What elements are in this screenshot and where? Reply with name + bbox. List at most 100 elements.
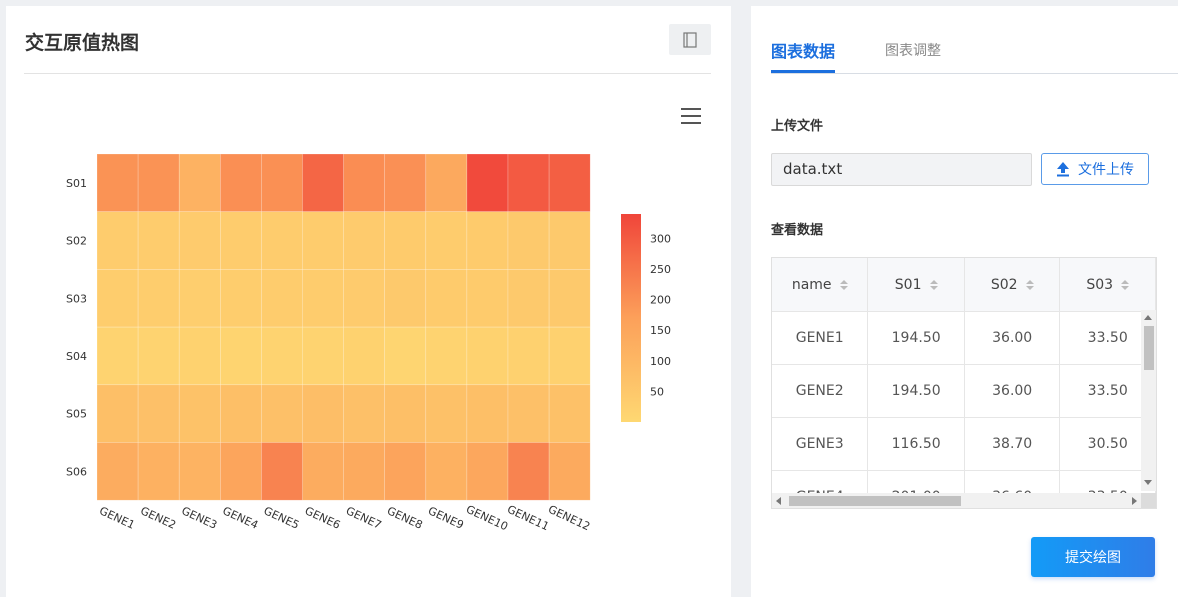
sort-icon[interactable] (839, 279, 848, 290)
sort-icon[interactable] (1121, 279, 1130, 290)
scroll-left-icon[interactable] (776, 497, 781, 505)
heatmap-cell[interactable] (96, 442, 139, 501)
row-label: S02 (66, 235, 87, 248)
file-name-field[interactable]: data.txt (771, 153, 1032, 186)
heatmap-cell[interactable] (261, 269, 303, 328)
heatmap-cell[interactable] (302, 211, 344, 270)
heatmap-cell[interactable] (466, 326, 509, 386)
heatmap-cell[interactable] (343, 384, 386, 443)
heatmap-cell[interactable] (466, 153, 509, 213)
heatmap-cell[interactable] (548, 384, 591, 443)
heatmap-cell[interactable] (261, 384, 303, 443)
heatmap-cell[interactable] (548, 326, 591, 386)
heatmap-cell[interactable] (261, 153, 303, 213)
heatmap-chart[interactable]: S01S02S03S04S05S06GENE1 GENE2 GENE3 GENE4 GE… (6, 6, 731, 597)
upload-file-button[interactable]: 文件上传 (1041, 153, 1149, 185)
heatmap-cell[interactable] (466, 269, 509, 328)
heatmap-cell[interactable] (137, 153, 180, 213)
heatmap-cell[interactable] (137, 326, 180, 386)
heatmap-cell[interactable] (343, 326, 386, 386)
heatmap-cell[interactable] (178, 442, 221, 501)
heatmap-cell[interactable] (507, 153, 550, 213)
heatmap-cell[interactable] (466, 384, 509, 443)
heatmap-cell[interactable] (137, 442, 180, 501)
heatmap-cell[interactable] (220, 211, 262, 270)
heatmap-cell[interactable] (384, 384, 427, 443)
heatmap-cell[interactable] (548, 153, 591, 213)
heatmap-cell[interactable] (96, 269, 139, 328)
heatmap-cell[interactable] (178, 326, 221, 386)
vertical-scrollbar[interactable] (1141, 310, 1156, 491)
heatmap-cell[interactable] (96, 384, 139, 443)
sort-icon[interactable] (1025, 279, 1034, 290)
horizontal-scroll-thumb[interactable] (789, 496, 961, 506)
data-table[interactable]: name S01 S02 S03 GENE1 194.50 36.00 33.5… (771, 257, 1157, 509)
scroll-up-icon[interactable] (1144, 315, 1152, 320)
heatmap-cell[interactable] (261, 211, 303, 270)
vertical-scroll-thumb[interactable] (1144, 326, 1154, 370)
heatmap-cell[interactable] (507, 326, 550, 386)
scroll-right-icon[interactable] (1132, 497, 1137, 505)
heatmap-cell[interactable] (425, 153, 468, 213)
heatmap-cell[interactable] (425, 269, 468, 328)
heatmap-cell[interactable] (425, 442, 468, 501)
horizontal-scrollbar[interactable] (772, 493, 1141, 508)
heatmap-cell[interactable] (178, 211, 221, 270)
heatmap-cell[interactable] (425, 211, 468, 270)
heatmap-cell[interactable] (425, 384, 468, 443)
heatmap-cell[interactable] (178, 153, 221, 213)
heatmap-cell[interactable] (384, 211, 427, 270)
heatmap-cell[interactable] (343, 153, 386, 213)
heatmap-cell[interactable] (384, 269, 427, 328)
heatmap-cell[interactable] (302, 269, 344, 328)
upload-arrow-icon (1057, 162, 1069, 177)
heatmap-cell[interactable] (548, 442, 591, 501)
heatmap-cell[interactable] (302, 326, 344, 386)
heatmap-cell[interactable] (548, 211, 591, 270)
column-header-name[interactable]: name (772, 258, 869, 312)
column-label: GENE7 (344, 504, 384, 532)
heatmap-cell[interactable] (220, 326, 262, 386)
heatmap-cell[interactable] (507, 384, 550, 443)
heatmap-cell[interactable] (96, 211, 139, 270)
sort-icon[interactable] (929, 279, 938, 290)
column-header-s01[interactable]: S01 (867, 258, 965, 312)
heatmap-cell[interactable] (384, 442, 427, 501)
heatmap-cell[interactable] (302, 153, 344, 213)
heatmap-cell[interactable] (178, 384, 221, 443)
view-data-section-label: 查看数据 (771, 223, 824, 238)
heatmap-cell[interactable] (302, 384, 344, 443)
tab-divider (771, 73, 1178, 74)
heatmap-cell[interactable] (178, 269, 221, 328)
heatmap-cell[interactable] (343, 211, 386, 270)
heatmap-cell[interactable] (302, 442, 344, 501)
tab-chart-adjust[interactable]: 图表调整 (885, 40, 941, 60)
heatmap-cell[interactable] (137, 384, 180, 443)
tab-chart-data[interactable]: 图表数据 (771, 38, 835, 62)
heatmap-cell[interactable] (343, 269, 386, 328)
heatmap-cell[interactable] (137, 269, 180, 328)
heatmap-cell[interactable] (96, 326, 139, 386)
heatmap-cell[interactable] (507, 269, 550, 328)
heatmap-cell[interactable] (384, 153, 427, 213)
scroll-down-icon[interactable] (1144, 480, 1152, 485)
heatmap-cell[interactable] (548, 269, 591, 328)
heatmap-cell[interactable] (137, 211, 180, 270)
heatmap-cell[interactable] (220, 269, 262, 328)
heatmap-cell[interactable] (261, 442, 303, 501)
heatmap-cell[interactable] (425, 326, 468, 386)
column-header-s02[interactable]: S02 (964, 258, 1061, 312)
heatmap-cell[interactable] (343, 442, 386, 501)
heatmap-cell[interactable] (220, 153, 262, 213)
heatmap-cell[interactable] (384, 326, 427, 386)
heatmap-cell[interactable] (220, 442, 262, 501)
heatmap-cell[interactable] (507, 442, 550, 501)
heatmap-cell[interactable] (466, 211, 509, 270)
heatmap-cell[interactable] (466, 442, 509, 501)
heatmap-cell[interactable] (96, 153, 139, 213)
heatmap-cell[interactable] (507, 211, 550, 270)
submit-plot-button[interactable]: 提交绘图 (1031, 537, 1155, 577)
heatmap-cell[interactable] (261, 326, 303, 386)
heatmap-cell[interactable] (220, 384, 262, 443)
column-header-s03[interactable]: S03 (1059, 258, 1156, 312)
